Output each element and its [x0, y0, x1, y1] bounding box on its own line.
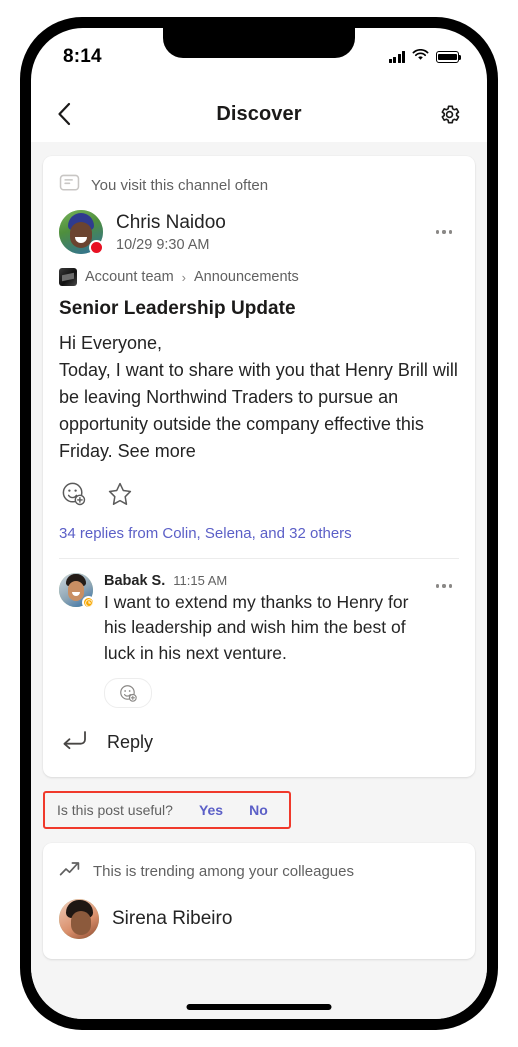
avatar[interactable] [59, 899, 99, 940]
phone-frame: 8:14 Discover You visit this channel oft… [20, 17, 498, 1030]
star-save-icon[interactable] [107, 481, 133, 507]
add-reaction-icon[interactable] [61, 481, 87, 507]
phone-screen: 8:14 Discover You visit this channel oft… [31, 28, 487, 1019]
post-title: Senior Leadership Update [59, 298, 296, 319]
reply-label: Reply [107, 732, 154, 753]
presence-badge-busy [89, 240, 104, 255]
replies-link[interactable]: 34 replies from Colin, Selena, and 32 ot… [43, 521, 475, 558]
trending-card[interactable]: This is trending among your colleagues S… [43, 843, 475, 960]
reaction-row [43, 465, 475, 521]
status-time: 8:14 [63, 46, 102, 67]
trending-author-name: Sirena Ribeiro [112, 908, 233, 930]
add-reaction-icon[interactable] [104, 678, 152, 709]
breadcrumb-separator: › [181, 269, 187, 285]
home-indicator[interactable] [186, 1004, 332, 1010]
breadcrumb-team[interactable]: Account team [85, 269, 174, 285]
phone-notch [163, 28, 355, 58]
overflow-menu-icon[interactable] [429, 219, 459, 245]
feedback-yes-button[interactable]: Yes [199, 802, 223, 818]
cellular-signal-icon [388, 51, 405, 63]
app-bar: Discover [31, 86, 487, 142]
reply-author: Babak S. [104, 573, 166, 589]
reply-header: Babak S. 11:15 AM [104, 573, 429, 589]
channel-feed-icon [59, 172, 80, 198]
back-chevron-icon [58, 102, 71, 126]
feedback-question: Is this post useful? [57, 802, 173, 819]
status-icons [388, 48, 462, 66]
page-title: Discover [216, 102, 302, 125]
breadcrumb-channel[interactable]: Announcements [194, 269, 299, 285]
overflow-menu-icon[interactable] [429, 573, 459, 599]
card-hint-label: You visit this channel often [91, 176, 269, 194]
battery-full-icon [436, 51, 462, 63]
post-feedback-prompt[interactable]: Is this post useful? Yes No [43, 791, 291, 830]
back-button[interactable] [57, 102, 91, 126]
reply-timestamp: 11:15 AM [173, 573, 228, 588]
avatar[interactable] [59, 210, 104, 255]
post-author: Chris Naidoo [116, 212, 226, 234]
trending-hint: This is trending among your colleagues [43, 843, 475, 895]
trending-author[interactable]: Sirena Ribeiro [43, 895, 475, 959]
card-hint: You visit this channel often [43, 156, 475, 204]
settings-button[interactable] [427, 103, 461, 126]
reply-button[interactable]: Reply [43, 708, 475, 777]
reply-arrow-icon [61, 730, 87, 755]
feedback-no-button[interactable]: No [249, 802, 268, 818]
presence-badge-away [82, 596, 95, 609]
trending-up-icon [59, 860, 81, 883]
post-card[interactable]: You visit this channel often Chris Naido… [43, 156, 475, 778]
post-meta: Chris Naidoo 10/29 9:30 AM [103, 211, 429, 253]
gear-icon [441, 105, 460, 123]
avatar[interactable] [59, 573, 95, 609]
discover-feed[interactable]: You visit this channel often Chris Naido… [31, 142, 487, 1019]
trending-label: This is trending among your colleagues [93, 863, 354, 881]
reply-text: I want to extend my thanks to Henry for … [104, 592, 409, 663]
team-avatar-icon [59, 268, 77, 286]
reply-item[interactable]: Babak S. 11:15 AM I want to extend my th… [43, 559, 475, 709]
post-timestamp: 10/29 9:30 AM [116, 236, 210, 253]
post-body[interactable]: Hi Everyone, Today, I want to share with… [43, 320, 475, 465]
wifi-icon [412, 48, 429, 66]
post-header: Chris Naidoo 10/29 9:30 AM [43, 204, 475, 256]
reply-body: Babak S. 11:15 AM I want to extend my th… [93, 573, 429, 709]
breadcrumb[interactable]: Account team › Announcements [43, 256, 475, 290]
